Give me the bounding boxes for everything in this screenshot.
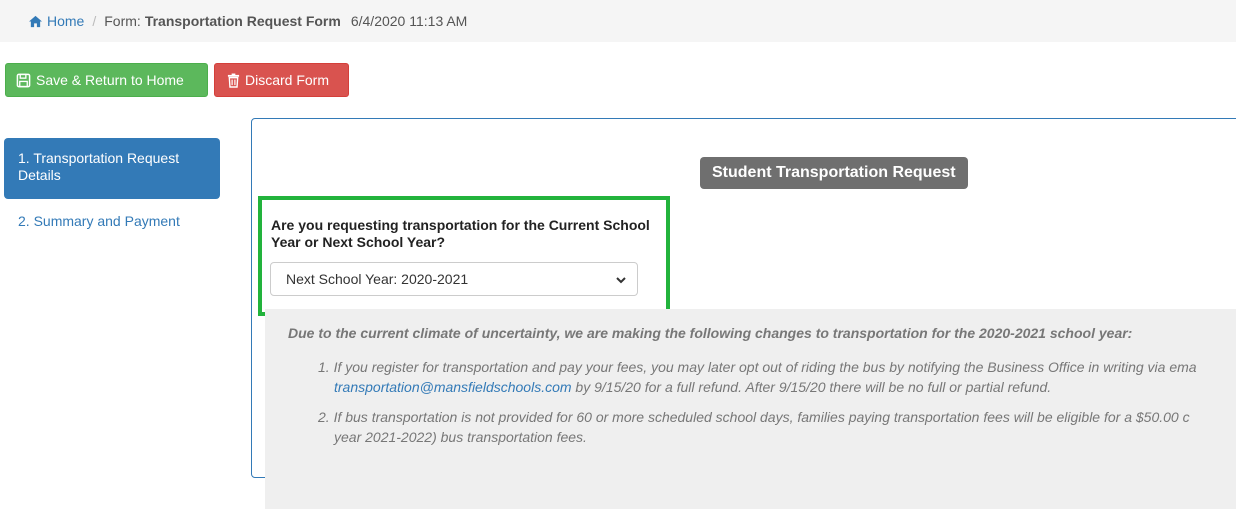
breadcrumb-timestamp: 6/4/2020 11:13 AM — [350, 13, 468, 29]
school-year-question-label: Are you requesting transportation for th… — [271, 217, 650, 250]
discard-form-button[interactable]: Discard Form — [214, 63, 349, 97]
panel-heading: Student Transportation Request — [700, 157, 968, 189]
breadcrumb-form-prefix: Form: — [104, 13, 141, 29]
save-return-home-button[interactable]: Save & Return to Home — [5, 63, 208, 97]
floppy-disk-icon — [16, 73, 31, 87]
notice-item-2-text-cont: year 2021-2022) bus transportation fees. — [334, 429, 587, 445]
nav-item-summary-and-payment[interactable]: 2. Summary and Payment — [4, 199, 220, 239]
transportation-notice: Due to the current climate of uncertaint… — [265, 309, 1236, 509]
nav-item-label: 2. Summary and Payment — [18, 213, 180, 229]
notice-item-2-text: 2. If bus transportation is not provided… — [318, 409, 1190, 425]
nav-item-label: 1. Transportation Request Details — [18, 150, 180, 183]
discard-form-label: Discard Form — [245, 72, 330, 88]
school-year-select-value: Next School Year: 2020-2021 — [286, 271, 469, 287]
save-return-home-label: Save & Return to Home — [36, 72, 184, 88]
breadcrumb-home-label: Home — [47, 13, 85, 29]
transportation-email-link[interactable]: transportation@mansfieldschools.com — [334, 379, 572, 395]
school-year-question-highlight: Are you requesting transportation for th… — [258, 196, 670, 316]
notice-item: 2. If bus transportation is not provided… — [318, 407, 1236, 447]
notice-item-1-text: 1. If you register for transportation an… — [318, 359, 1197, 375]
home-icon — [29, 15, 42, 27]
breadcrumb-separator: / — [92, 13, 97, 29]
breadcrumb: Home / Form: Transportation Request Form… — [0, 0, 1236, 42]
side-nav: 1. Transportation Request Details 2. Sum… — [4, 138, 220, 239]
chevron-down-icon — [616, 277, 626, 284]
notice-item-1-text-cont: by 9/15/20 for a full refund. After 9/15… — [571, 379, 1052, 395]
notice-item: 1. If you register for transportation an… — [318, 357, 1236, 397]
form-panel: Student Transportation Request Are you r… — [251, 118, 1236, 509]
toolbar: Save & Return to Home Discard Form — [5, 63, 349, 97]
breadcrumb-home-link[interactable]: Home — [28, 13, 84, 29]
trash-icon — [227, 73, 240, 88]
notice-intro: Due to the current climate of uncertaint… — [288, 325, 1133, 341]
breadcrumb-form-name: Transportation Request Form — [144, 13, 341, 29]
school-year-select[interactable]: Next School Year: 2020-2021 — [270, 262, 638, 296]
nav-item-transportation-request-details[interactable]: 1. Transportation Request Details — [4, 138, 220, 199]
